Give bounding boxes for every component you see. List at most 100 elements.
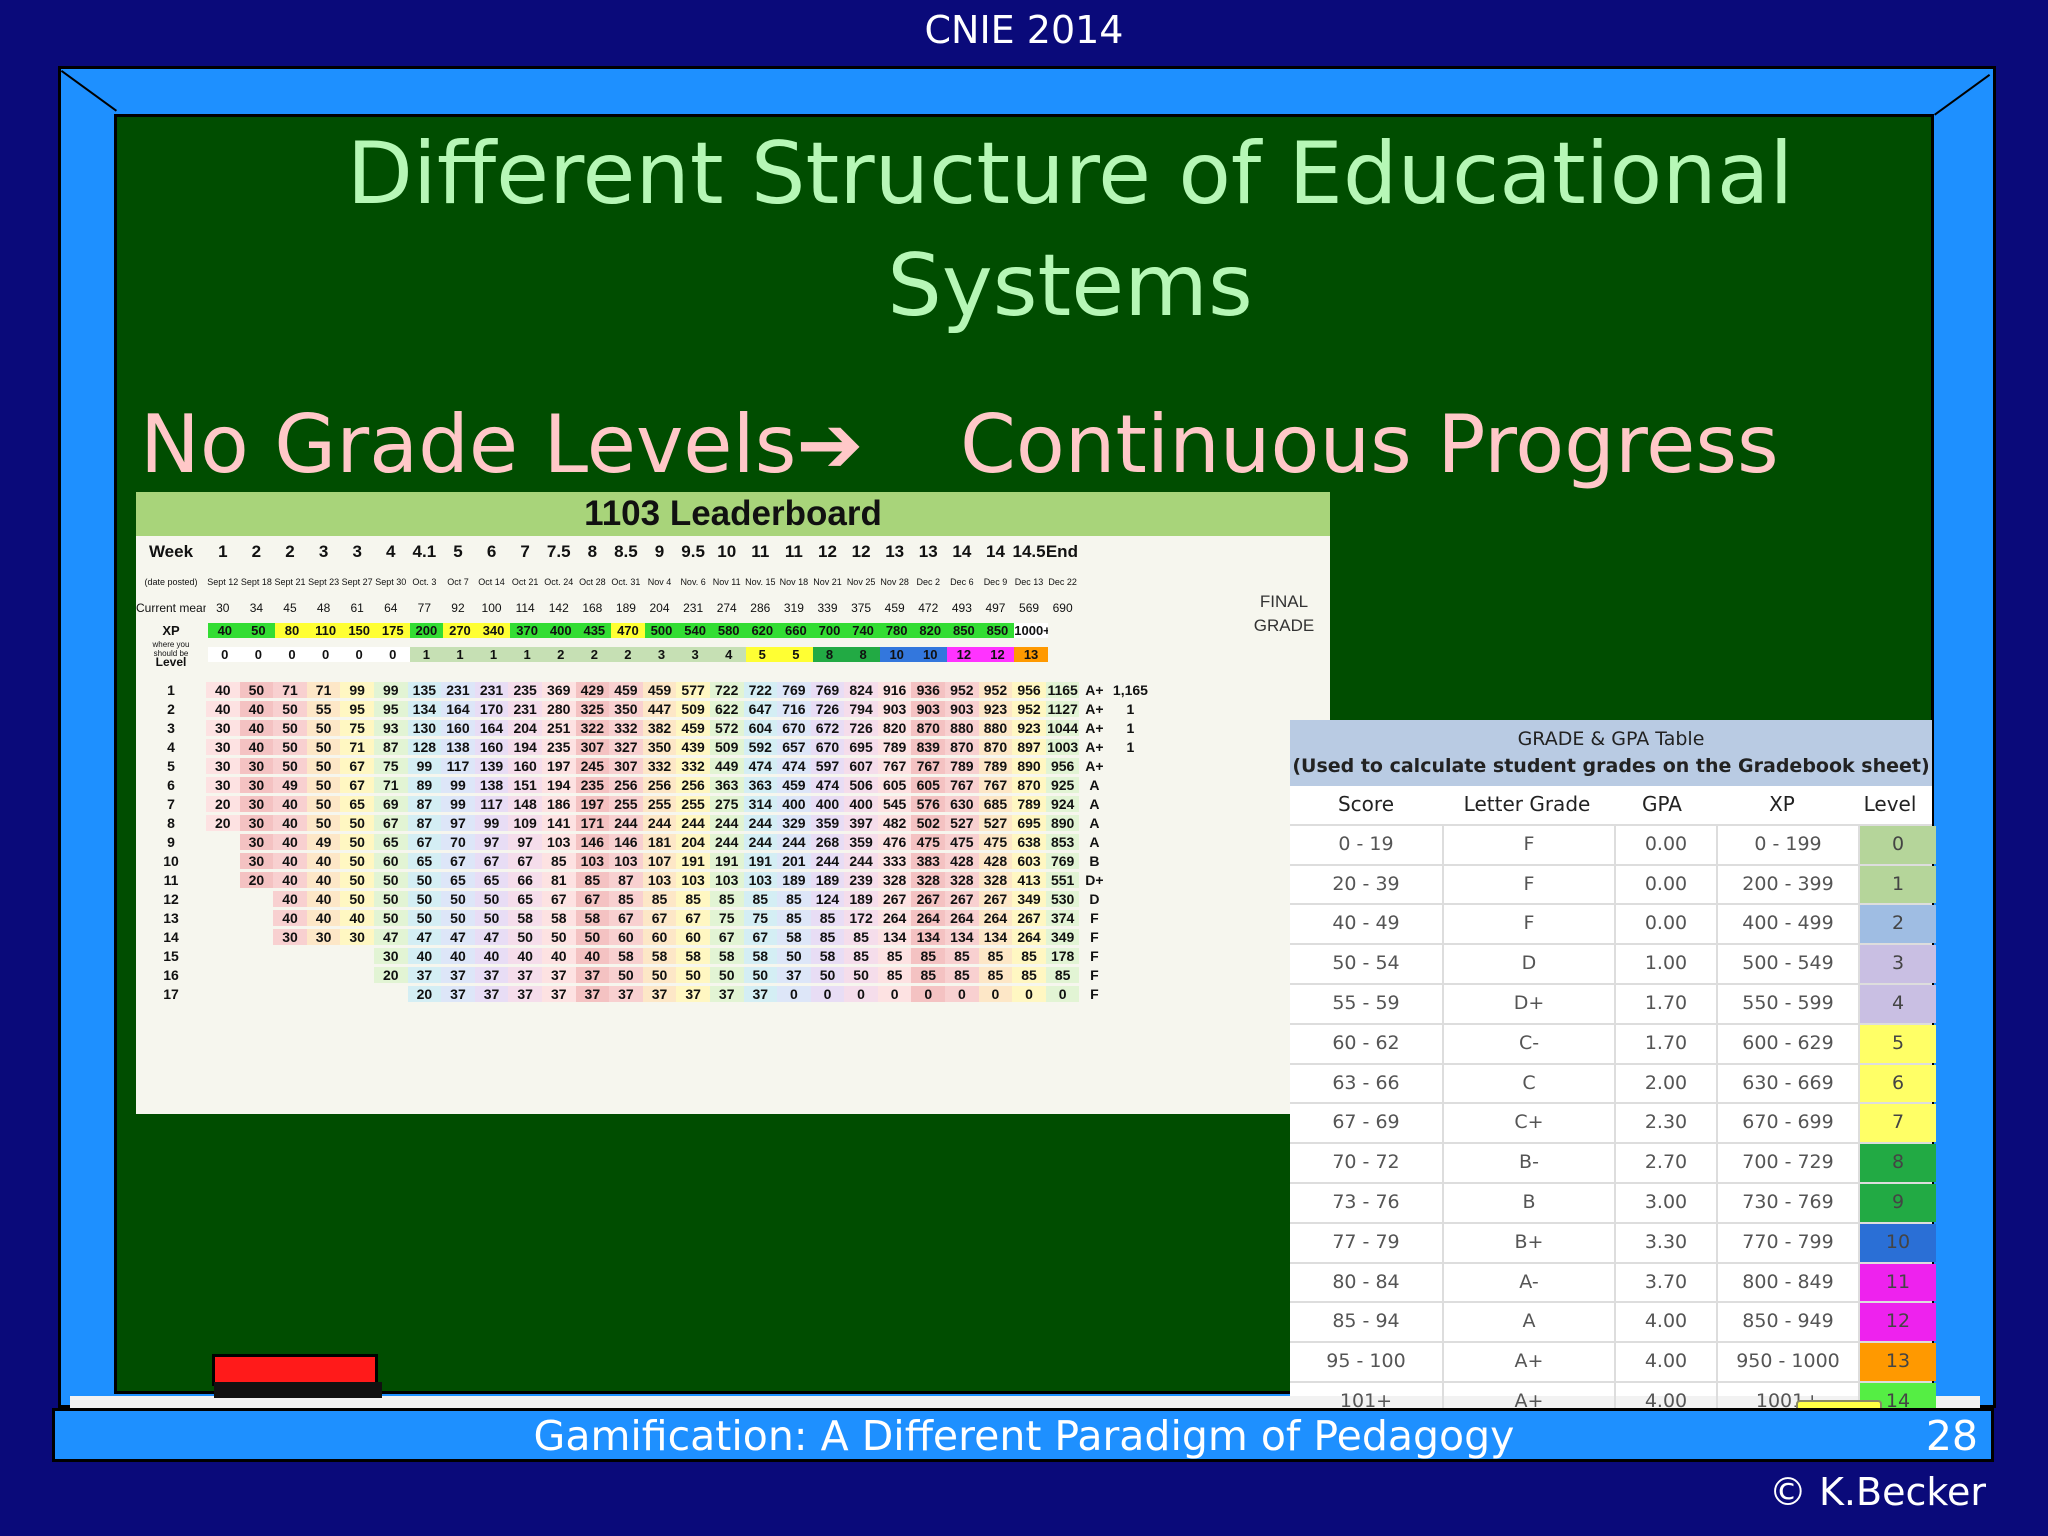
score-cell: 85 bbox=[945, 966, 979, 983]
date-cell: Dec 6 bbox=[950, 576, 974, 587]
score-cell: 870 bbox=[911, 719, 946, 736]
score-cell: 37 bbox=[575, 985, 610, 1002]
xp-range: 500 - 549 bbox=[1718, 945, 1860, 983]
gpa-value: 0.00 bbox=[1616, 905, 1718, 944]
xp-cell: 470 bbox=[611, 622, 645, 638]
score-cell: 880 bbox=[978, 719, 1013, 736]
level-cell: 5 bbox=[779, 646, 813, 662]
score-cell: 49 bbox=[273, 776, 307, 793]
score-cell: 67 bbox=[609, 909, 643, 926]
letter-grade: D bbox=[1444, 945, 1616, 983]
week-cell: 2 bbox=[251, 542, 262, 561]
final-total-cell: 1 bbox=[1126, 719, 1135, 736]
gpa-value: 2.70 bbox=[1616, 1144, 1718, 1182]
xp-cell: 40 bbox=[208, 622, 242, 638]
week-cell: 8 bbox=[587, 542, 598, 561]
score-cell: 189 bbox=[810, 871, 845, 888]
leaderboard-row: 13 40 40 40 50 50 50 50 58 58 58 67 67 67 75 75 85 85 172 2… bbox=[136, 908, 1330, 927]
score-cell: 30 bbox=[340, 928, 374, 945]
score-cell: 146 bbox=[575, 833, 610, 850]
score-cell: 853 bbox=[1045, 833, 1080, 850]
score-cell: 134 bbox=[877, 928, 912, 945]
leaderboard-row: 10 30 40 40 50 60 65 67 67 67 85 103 103 107 191 191 191… bbox=[136, 851, 1330, 870]
final-grade-cell: A bbox=[1089, 795, 1100, 812]
date-cell: Nov. 15 bbox=[745, 576, 776, 587]
level-cell: 12 bbox=[980, 646, 1015, 662]
gpa-table-header: GRADE & GPA Table (Used to calculate stu… bbox=[1290, 720, 1932, 786]
score-cell: 37 bbox=[575, 966, 610, 983]
score-cell: 67 bbox=[340, 776, 374, 793]
level-cell: 0 bbox=[375, 646, 410, 662]
score-cell: 50 bbox=[273, 738, 307, 755]
week-cell: 9 bbox=[654, 542, 665, 561]
score-cell: 767 bbox=[877, 757, 912, 774]
student-rank: 1 bbox=[167, 681, 175, 698]
leaderboard-row: 1 40 50 71 71 99 99 135 231 231 235 369 429 459 459 577… bbox=[136, 680, 1330, 699]
gpa-value: 2.30 bbox=[1616, 1104, 1718, 1143]
gpa-row: 80 - 84 A- 3.70 800 - 849 11 bbox=[1290, 1263, 1936, 1304]
final-grade-cell: A+ bbox=[1085, 757, 1104, 774]
score-cell: 50 bbox=[844, 966, 878, 983]
score-cell: 87 bbox=[407, 814, 442, 831]
score-cell: 870 bbox=[945, 738, 979, 755]
week-cell: 3 bbox=[352, 542, 362, 561]
score-cell: 87 bbox=[407, 795, 442, 812]
final-grade-cell: B bbox=[1089, 852, 1100, 869]
score-cell: 85 bbox=[609, 890, 643, 907]
gpa-row: 95 - 100 A+ 4.00 950 - 1000 13 bbox=[1290, 1343, 1936, 1383]
score-cell: 204 bbox=[508, 719, 542, 736]
score-cell: 40 bbox=[273, 871, 307, 888]
score-cell: 383 bbox=[911, 852, 946, 869]
week-cell: 2 bbox=[285, 542, 295, 561]
score-cell: 459 bbox=[777, 776, 811, 793]
current-mean-cell: 690 bbox=[1052, 601, 1073, 615]
score-cell: 264 bbox=[911, 909, 946, 926]
week-cell: 4 bbox=[386, 542, 396, 561]
conference-header: CNIE 2014 bbox=[924, 8, 1124, 52]
letter-grade: C bbox=[1444, 1064, 1616, 1103]
score-cell: 880 bbox=[945, 719, 979, 736]
separator-row bbox=[136, 668, 1330, 680]
gpa-value: 3.70 bbox=[1616, 1263, 1718, 1302]
level-cell: 8 bbox=[812, 646, 847, 662]
score-cell: 89 bbox=[407, 776, 442, 793]
date-cell: Sept 23 bbox=[308, 576, 340, 587]
score-cell: 369 bbox=[541, 681, 576, 698]
leaderboard-row: 15 30 40 40 40 40 40 40 58 58 58 58 58 50 58 85 85 85 85 85… bbox=[136, 946, 1330, 965]
gpa-row: 63 - 66 C 2.00 630 - 669 6 bbox=[1290, 1064, 1936, 1105]
score-cell: 191 bbox=[676, 852, 710, 869]
score-cell: 103 bbox=[676, 871, 710, 888]
score-cell: 99 bbox=[340, 681, 374, 698]
score-cell: 333 bbox=[877, 852, 912, 869]
score-cell: 50 bbox=[609, 966, 643, 983]
score-cell: 85 bbox=[1012, 966, 1046, 983]
score-cell: 37 bbox=[508, 966, 542, 983]
score-cell: 605 bbox=[877, 776, 912, 793]
score-cell: 50 bbox=[306, 757, 341, 774]
level-value: 8 bbox=[1860, 1144, 1936, 1182]
week-cell: 9.5 bbox=[681, 542, 705, 561]
score-cell: 794 bbox=[844, 700, 878, 717]
score-cell: 459 bbox=[676, 719, 710, 736]
date-cell: Oct 21 bbox=[511, 576, 539, 587]
score-cell: 50 bbox=[340, 852, 374, 869]
score-cell: 148 bbox=[508, 795, 542, 812]
score-cell: 890 bbox=[1012, 757, 1046, 774]
score-cell: 572 bbox=[709, 719, 744, 736]
current-mean-row: Current mean 30 34 45 48 61 64 77 92 100 114 142 168… bbox=[136, 596, 1330, 620]
score-cell: 428 bbox=[945, 852, 979, 869]
xp-cell: 540 bbox=[678, 622, 712, 638]
score-cell: 160 bbox=[508, 757, 542, 774]
score-cell: 251 bbox=[541, 719, 576, 736]
gpa-value: 4.00 bbox=[1616, 1343, 1718, 1381]
score-cell: 506 bbox=[844, 776, 878, 793]
date-cell: Nov 4 bbox=[647, 576, 672, 587]
score-cell: 47 bbox=[441, 928, 475, 945]
score-cell: 726 bbox=[844, 719, 878, 736]
score-cell: 50 bbox=[273, 757, 307, 774]
score-cell: 58 bbox=[609, 947, 643, 964]
gpa-row: 73 - 76 B 3.00 730 - 769 9 bbox=[1290, 1183, 1936, 1224]
current-mean-cell: 189 bbox=[615, 601, 636, 615]
score-cell: 244 bbox=[709, 833, 744, 850]
score-cell: 37 bbox=[777, 966, 811, 983]
